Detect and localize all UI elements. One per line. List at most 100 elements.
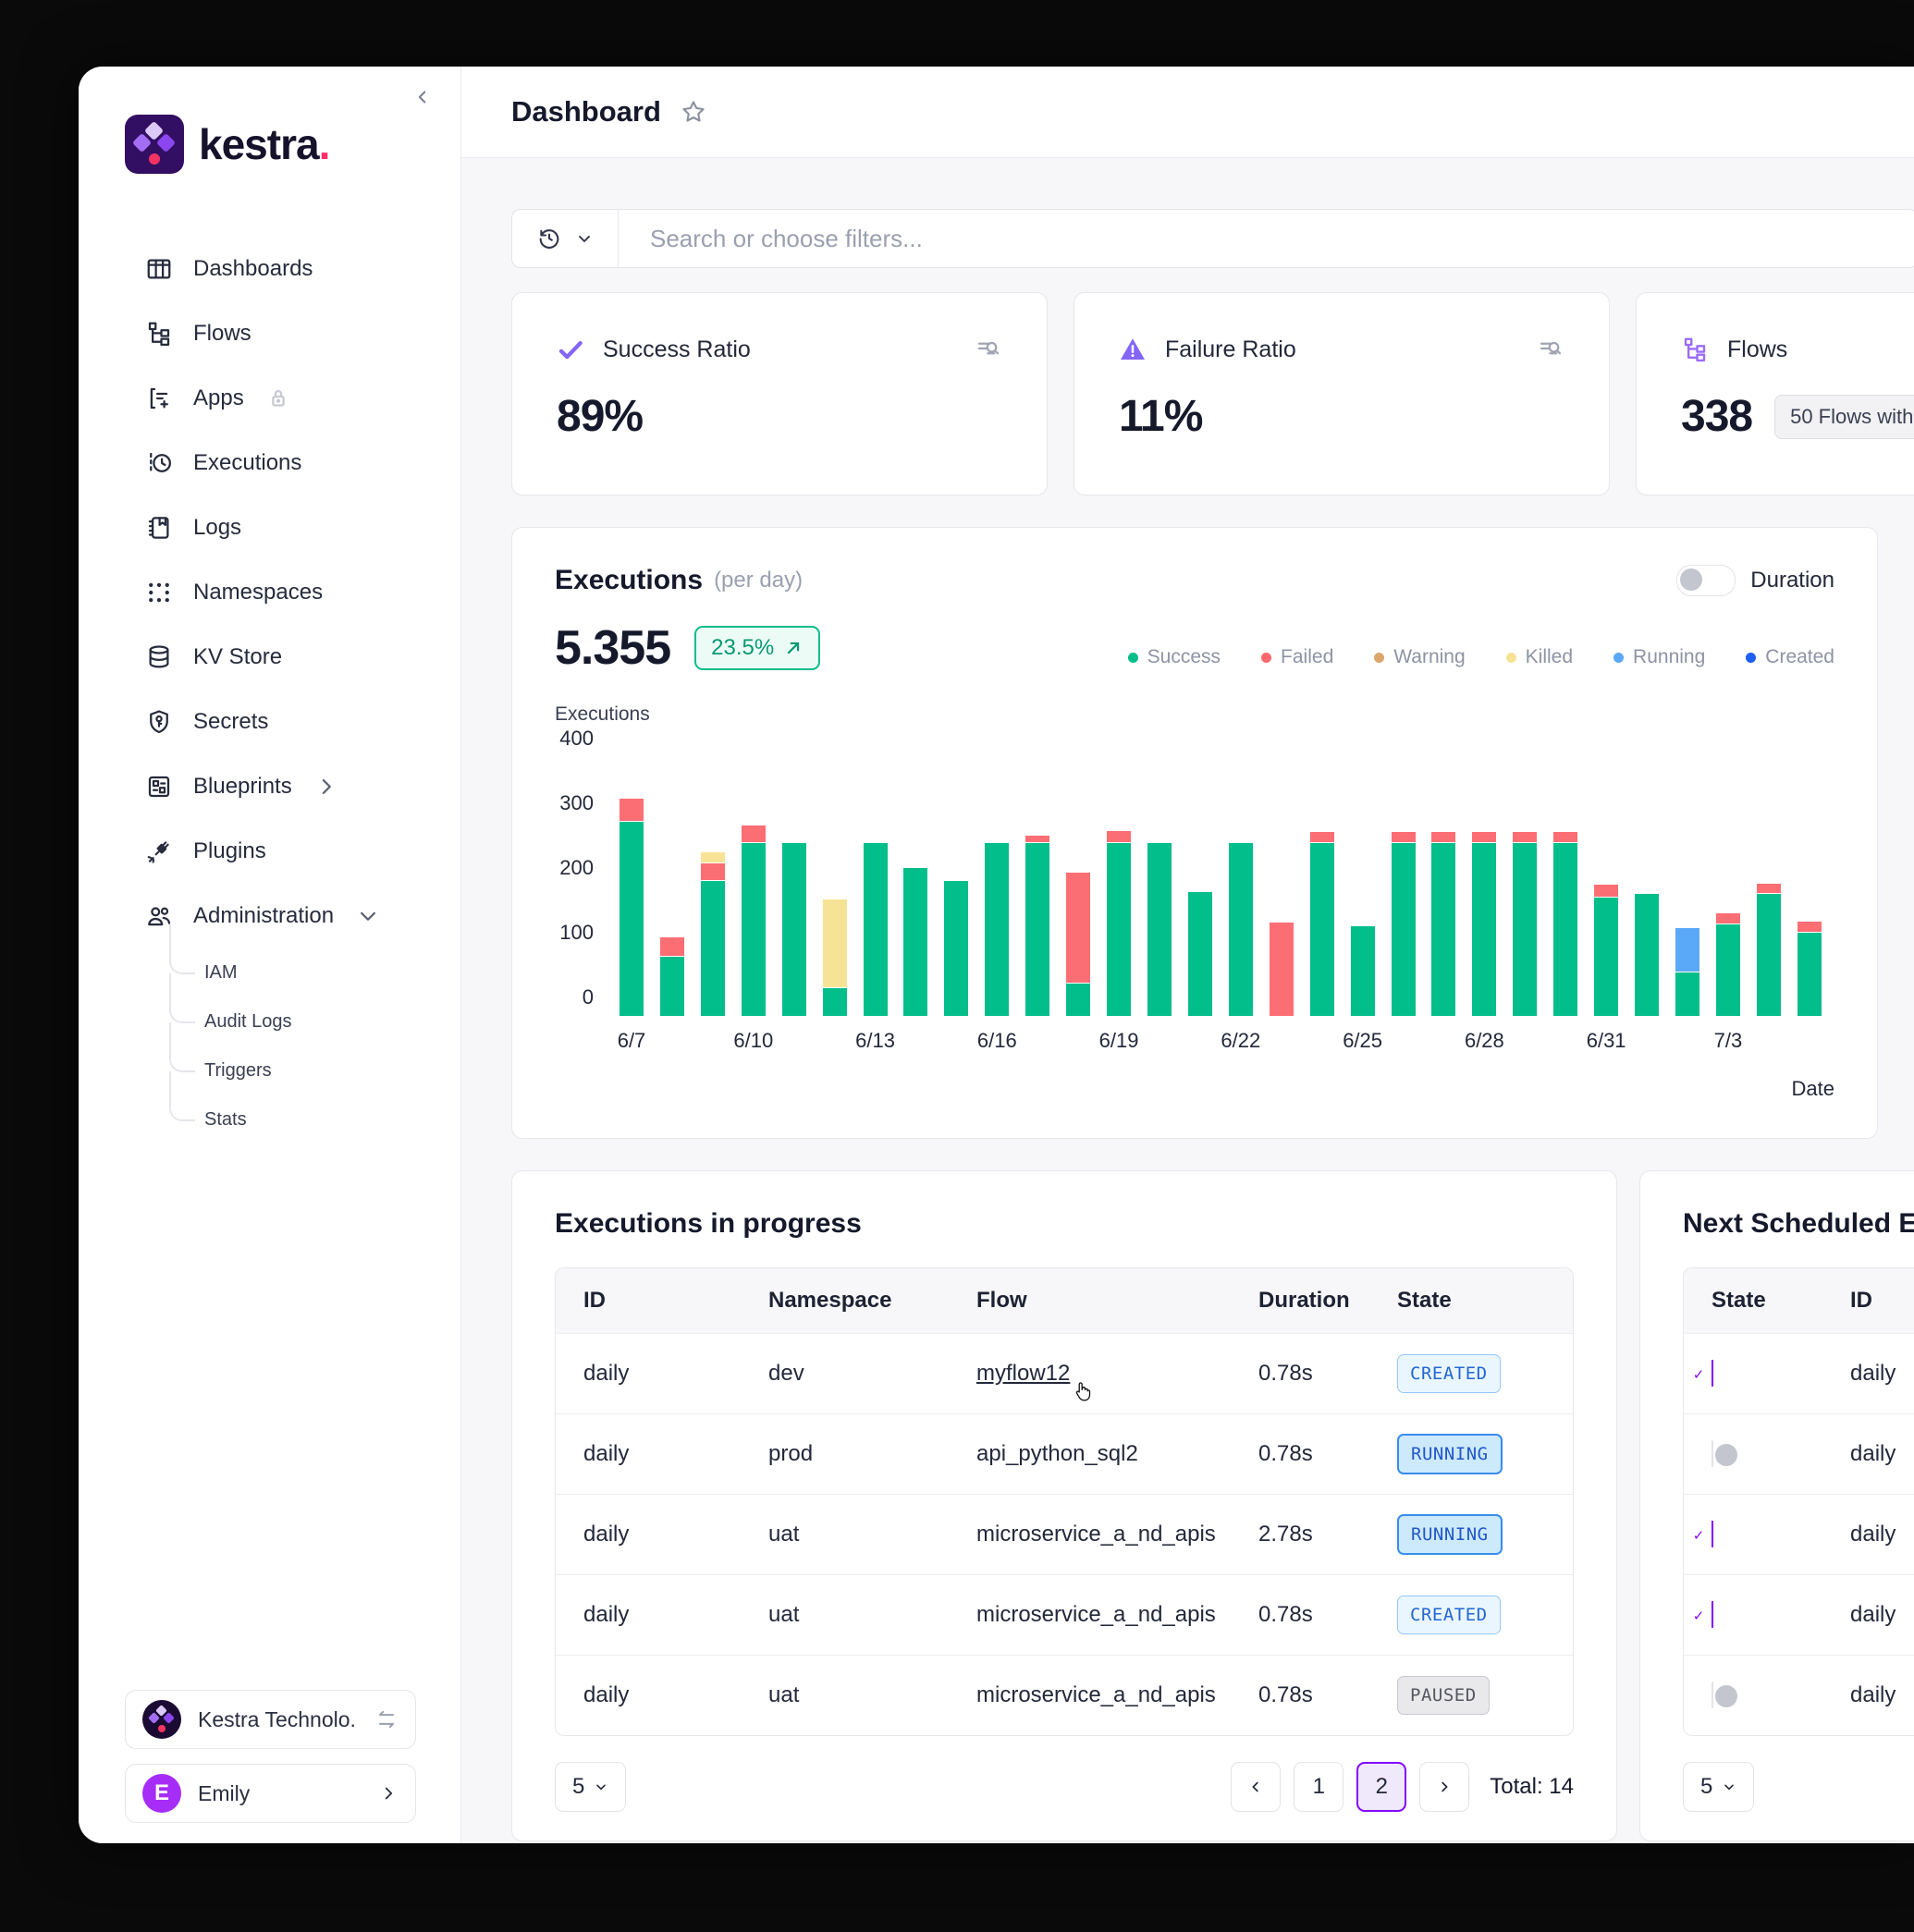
bar-6-29[interactable] [1513, 831, 1537, 1016]
page-size-select[interactable]: 5 [555, 1762, 626, 1812]
sidebar-item-secrets[interactable]: Secrets [79, 690, 460, 754]
status-badge: PAUSED [1397, 1676, 1490, 1715]
bar-series [607, 739, 1834, 1016]
bar-6-15[interactable] [944, 880, 968, 1016]
state-toggle[interactable]: ✓ [1712, 1521, 1713, 1547]
cell-id: daily [1850, 1602, 1914, 1628]
legend-item-created[interactable]: Created [1746, 646, 1834, 668]
column-header: ID [1850, 1288, 1914, 1314]
bar-6-11[interactable] [782, 842, 806, 1016]
bar-7-1[interactable] [1635, 893, 1659, 1016]
card-header: Success Ratio [557, 336, 1002, 363]
bar-7-2[interactable] [1675, 927, 1699, 1016]
page-button-2[interactable]: 2 [1356, 1762, 1406, 1812]
bar-6-12[interactable] [823, 899, 847, 1016]
sidebar-item-namespaces[interactable]: Namespaces [79, 560, 460, 625]
bar-6-27[interactable] [1431, 831, 1455, 1016]
bar-6-20[interactable] [1147, 842, 1172, 1016]
duration-toggle[interactable] [1676, 565, 1736, 596]
bar-6-13[interactable] [864, 842, 888, 1016]
cell-state: RUNNING [1397, 1514, 1573, 1555]
filter-history-dropdown[interactable] [512, 210, 619, 267]
bar-6-24[interactable] [1310, 831, 1334, 1016]
bar-6-31[interactable] [1594, 884, 1618, 1016]
legend-item-failed[interactable]: Failed [1261, 646, 1333, 668]
total-count: Total: 14 [1490, 1774, 1574, 1800]
bar-6-9[interactable] [701, 851, 725, 1016]
sidebar-item-administration[interactable]: Administration [79, 884, 460, 948]
x-tick: 6/28 [1472, 1029, 1496, 1053]
previous-page-button[interactable] [1231, 1762, 1281, 1812]
sidebar-item-dashboards[interactable]: Dashboards [79, 237, 460, 301]
table-row: dailyprodapi_python_sql20.78sRUNNING [556, 1413, 1573, 1494]
sidebar-subitem-stats[interactable]: Stats [169, 1095, 460, 1144]
brand-name: kestra. [199, 119, 329, 169]
list-search-icon[interactable] [1537, 336, 1564, 363]
bar-segment-success [1757, 894, 1781, 1016]
legend-dot [1506, 653, 1516, 663]
star-icon[interactable] [680, 98, 707, 126]
sidebar-item-plugins[interactable]: Plugins [79, 819, 460, 884]
bar-7-3[interactable] [1716, 912, 1740, 1016]
bar-6-26[interactable] [1392, 831, 1416, 1016]
bar-7-4[interactable] [1757, 883, 1781, 1016]
sidebar-bottom: Kestra Technolo... E Emily [125, 1675, 416, 1823]
bar-6-17[interactable] [1025, 835, 1049, 1016]
page-size-select[interactable]: 5 [1683, 1762, 1754, 1812]
sidebar-item-executions[interactable]: Executions [79, 431, 460, 495]
legend-item-warning[interactable]: Warning [1374, 646, 1465, 668]
bar-6-25[interactable] [1351, 925, 1375, 1016]
bar-6-18[interactable] [1066, 872, 1090, 1016]
sidebar-item-logs[interactable]: Logs [79, 495, 460, 560]
brand-logo[interactable]: kestra. [125, 115, 460, 174]
bar-segment-success [1553, 843, 1577, 1016]
sidebar-collapse-button[interactable] [412, 87, 433, 107]
state-toggle[interactable]: ✓ [1712, 1360, 1713, 1387]
sidebar-item-apps[interactable]: Apps [79, 366, 460, 431]
cell-id: daily [583, 1441, 768, 1467]
flow-link[interactable]: myflow12 [976, 1361, 1070, 1387]
bar-segment-success [903, 868, 927, 1016]
page-header: Dashboard [461, 67, 1914, 158]
page-button-1[interactable]: 1 [1294, 1762, 1343, 1812]
bar-6-7[interactable] [620, 798, 644, 1017]
bar-6-22[interactable] [1229, 842, 1253, 1016]
column-header: ID [583, 1288, 768, 1314]
bar-6-14[interactable] [903, 867, 927, 1016]
state-toggle[interactable] [1712, 1440, 1713, 1467]
sidebar-subitem-triggers[interactable]: Triggers [169, 1046, 460, 1095]
sidebar-subitem-audit-logs[interactable]: Audit Logs [169, 997, 460, 1046]
next-page-button[interactable] [1419, 1762, 1469, 1812]
legend-item-killed[interactable]: Killed [1506, 646, 1573, 668]
workspace-switcher[interactable]: Kestra Technolo... [125, 1690, 416, 1749]
bar-6-10[interactable] [742, 825, 766, 1016]
duration-toggle-label: Duration [1750, 568, 1834, 593]
bar-6-30[interactable] [1553, 831, 1577, 1016]
card-label: Success Ratio [603, 336, 956, 363]
user-menu[interactable]: E Emily [125, 1764, 416, 1823]
sidebar-subitem-iam[interactable]: IAM [169, 948, 460, 997]
y-tick: 200 [559, 856, 594, 880]
sidebar-item-blueprints[interactable]: Blueprints [79, 754, 460, 819]
bar-6-21[interactable] [1188, 891, 1212, 1016]
bar-7-5[interactable] [1797, 921, 1822, 1016]
state-toggle[interactable] [1712, 1681, 1713, 1708]
legend-item-success[interactable]: Success [1128, 646, 1221, 668]
legend-item-running[interactable]: Running [1613, 646, 1705, 668]
state-toggle[interactable]: ✓ [1712, 1601, 1713, 1628]
bar-6-23[interactable] [1270, 922, 1294, 1017]
card-value-row: 89% [557, 391, 1002, 442]
search-input[interactable] [619, 225, 1914, 253]
bar-6-28[interactable] [1472, 831, 1496, 1016]
list-search-icon[interactable] [975, 336, 1002, 363]
sidebar-item-kv-store[interactable]: KV Store [79, 625, 460, 690]
bar-6-8[interactable] [660, 936, 684, 1016]
sidebar-item-flows[interactable]: Flows [79, 301, 460, 366]
bar-segment-success [1431, 843, 1455, 1016]
sidebar-item-label: Plugins [193, 838, 266, 864]
blueprints-icon [145, 773, 173, 801]
bar-6-19[interactable] [1107, 830, 1131, 1016]
avatar: E [142, 1774, 181, 1813]
bar-6-16[interactable] [985, 842, 1009, 1016]
bar-segment-failed [1025, 836, 1049, 842]
